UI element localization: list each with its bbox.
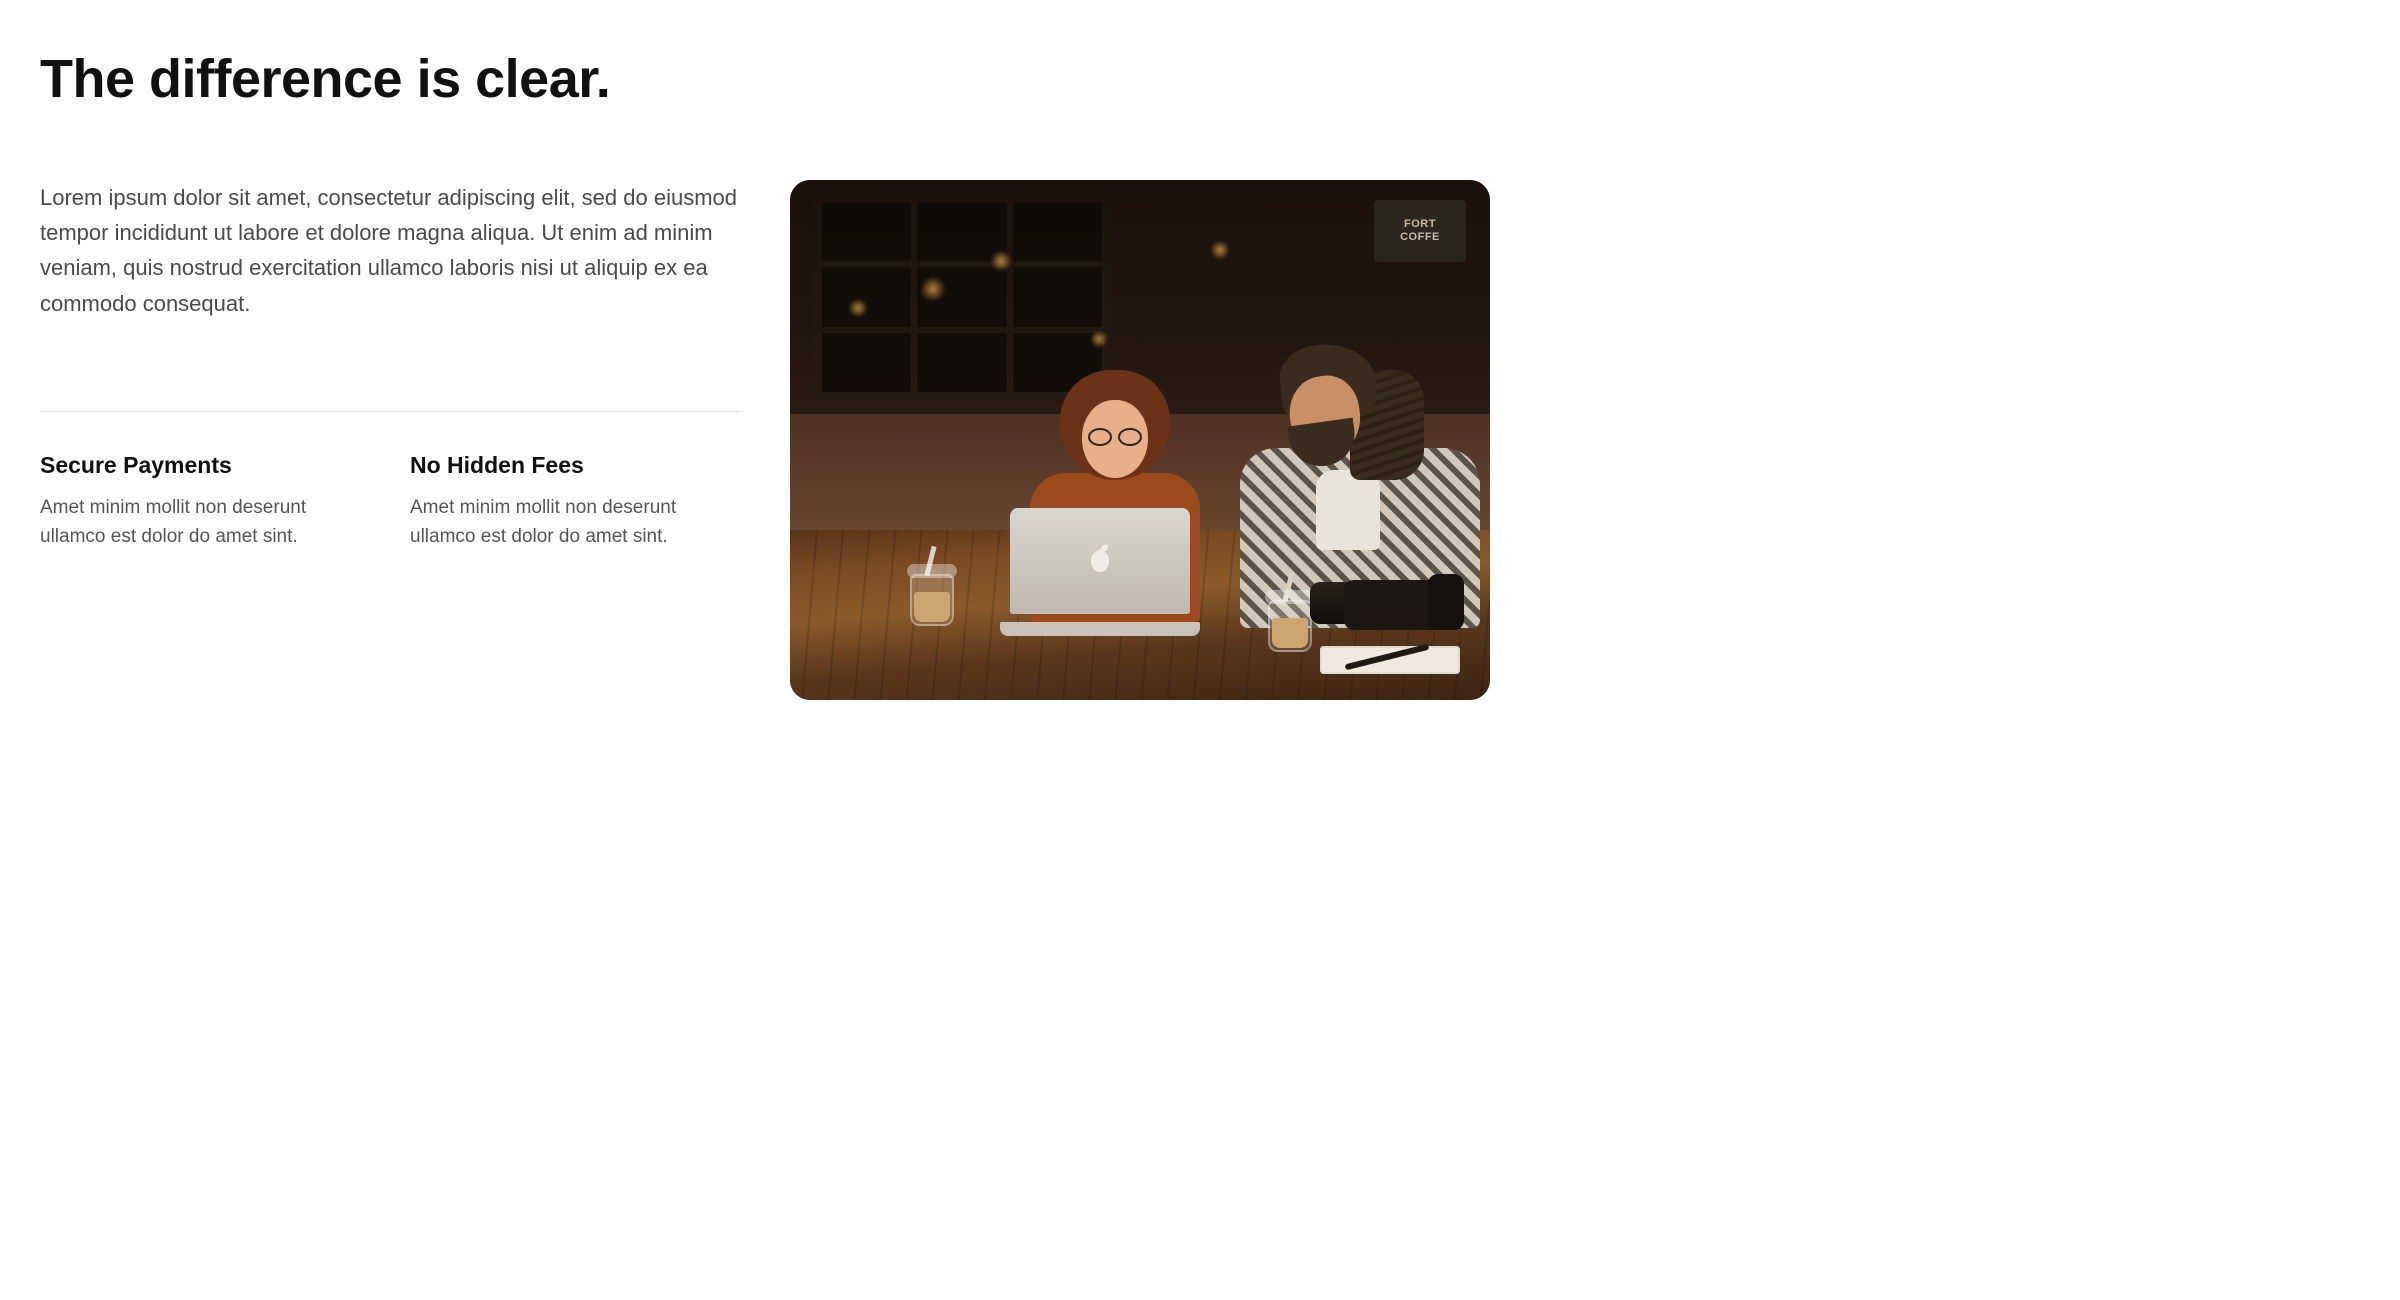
features-list: Secure Payments Amet minim mollit non de… (40, 452, 740, 552)
hero-image: FORT COFFE (790, 180, 1490, 700)
left-column: Lorem ipsum dolor sit amet, consectetur … (40, 180, 740, 552)
feature-title: No Hidden Fees (410, 452, 740, 479)
lead-paragraph: Lorem ipsum dolor sit amet, consectetur … (40, 180, 740, 321)
iced-coffee-cup-icon (910, 564, 954, 626)
feature-description: Amet minim mollit non deserunt ullamco e… (410, 493, 740, 552)
right-column: FORT COFFE (790, 180, 1490, 700)
feature-description: Amet minim mollit non deserunt ullamco e… (40, 493, 370, 552)
feature-title: Secure Payments (40, 452, 370, 479)
content-row: Lorem ipsum dolor sit amet, consectetur … (40, 180, 1460, 700)
camera-icon (1344, 566, 1464, 630)
feature-no-hidden-fees: No Hidden Fees Amet minim mollit non des… (410, 452, 740, 552)
notebook-icon (1320, 646, 1460, 674)
iced-coffee-cup-icon (1268, 590, 1312, 652)
wall-sign: FORT COFFE (1374, 200, 1466, 262)
feature-secure-payments: Secure Payments Amet minim mollit non de… (40, 452, 370, 552)
apple-logo-icon (1091, 550, 1109, 572)
section-heading: The difference is clear. (40, 48, 1460, 110)
sign-line-1: FORT (1404, 218, 1436, 231)
divider (40, 411, 740, 412)
sign-line-2: COFFE (1400, 231, 1440, 244)
laptop-icon (1000, 508, 1200, 636)
person-right (1220, 340, 1460, 580)
